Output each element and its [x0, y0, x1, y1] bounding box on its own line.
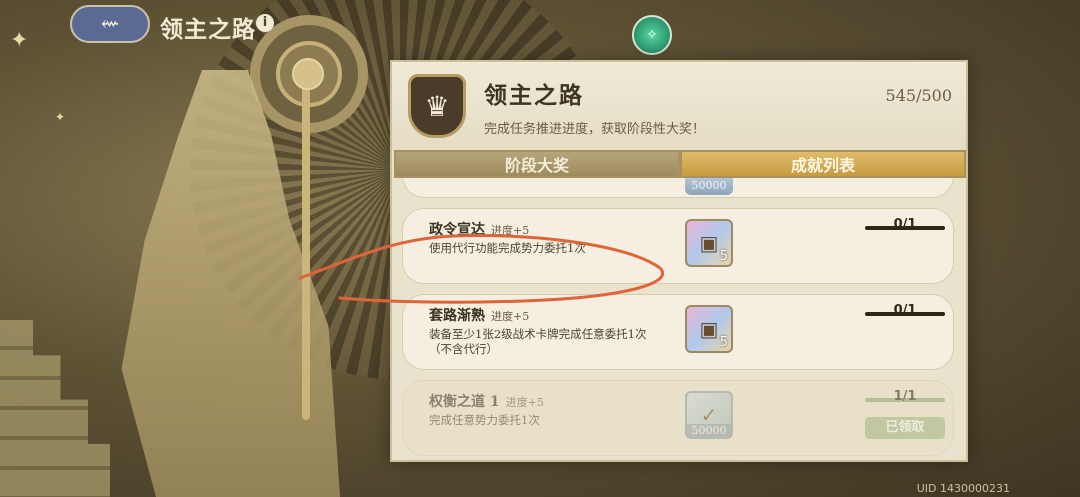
list-item: 50000 [402, 178, 954, 198]
task-description: 完成任意势力委托1次 [429, 413, 540, 427]
task-description: 使用代行功能完成势力委托1次 [429, 241, 586, 255]
compass-icon[interactable]: ✧ [632, 15, 672, 55]
back-arrow-icon: ⇜ [100, 11, 120, 37]
panel-subtitle: 完成任务推进进度，获取阶段性大奖！ [484, 122, 706, 137]
staff-orb-illustration [292, 58, 324, 90]
task-progress-tag: 进度+5 [505, 396, 544, 409]
panel-tabs: 阶段大奖 成就列表 [394, 150, 966, 178]
chest-glyph: ▣ [699, 231, 719, 255]
task-progress-text: 1/1 [893, 389, 917, 404]
tab-achievement-list[interactable]: 成就列表 [680, 150, 966, 178]
task-name-text: 权衡之道 1 [429, 394, 500, 410]
task-progress-text: 0/1 [893, 217, 917, 232]
reward-coin-amount: 50000 [685, 178, 733, 195]
achievement-list[interactable]: 50000 政令宣达 进度+5 使用代行功能完成势力委托1次 ▣ 5 0/1 套路… [396, 178, 962, 462]
user-id: UID 1430000231 [916, 482, 1010, 495]
task-card: 套路渐熟 进度+5 装备至少1张2级战术卡牌完成任意委托1次（不含代行） ▣ 5 … [402, 294, 954, 370]
checkmark-coin-icon: ✓ 50000 [685, 391, 733, 439]
panel-title: 领主之路 [484, 82, 584, 109]
chest-glyph: ▣ [699, 317, 719, 341]
background-stairs [0, 320, 110, 497]
task-name: 权衡之道 1 进度+5 [429, 391, 544, 411]
task-name-text: 套路渐熟 [429, 308, 485, 324]
staff-illustration [302, 60, 310, 420]
sparkle-icon: ✦ [55, 110, 66, 124]
claimed-button: 已领取 [865, 417, 945, 439]
treasure-chest-icon[interactable]: ▣ 5 [685, 305, 733, 353]
reward-count: 5 [719, 335, 728, 350]
task-card: 权衡之道 1 进度+5 完成任意势力委托1次 ✓ 50000 1/1 已领取 [402, 380, 954, 456]
task-description: 装备至少1张2级战术卡牌完成任意委托1次（不含代行） [429, 327, 647, 356]
task-progress-tag: 进度+5 [491, 310, 530, 323]
reward-count: 5 [719, 249, 728, 264]
back-button[interactable]: ⇜ [70, 5, 150, 43]
page-title: 领主之路 [160, 16, 256, 43]
task-progress-tag: 进度+5 [491, 224, 530, 237]
panel-header: ♛ 领主之路 完成任务推进进度，获取阶段性大奖！ 545/500 [392, 62, 966, 150]
task-name-text: 政令宣达 [429, 222, 485, 238]
crown-icon: ♛ [408, 74, 466, 138]
lord-road-panel: ♛ 领主之路 完成任务推进进度，获取阶段性大奖！ 545/500 阶段大奖 成就… [390, 60, 968, 462]
progress-score: 545/500 [885, 86, 952, 105]
task-name: 套路渐熟 进度+5 [429, 305, 529, 325]
info-icon[interactable]: i [256, 14, 274, 32]
reward-coin-amount: 50000 [687, 424, 731, 437]
task-progress-text: 0/1 [893, 303, 917, 318]
task-name: 政令宣达 进度+5 [429, 219, 529, 239]
task-card: 政令宣达 进度+5 使用代行功能完成势力委托1次 ▣ 5 0/1 [402, 208, 954, 284]
treasure-chest-icon[interactable]: ▣ 5 [685, 219, 733, 267]
sparkle-icon: ✦ [10, 28, 29, 53]
tab-stage-rewards[interactable]: 阶段大奖 [394, 150, 680, 178]
